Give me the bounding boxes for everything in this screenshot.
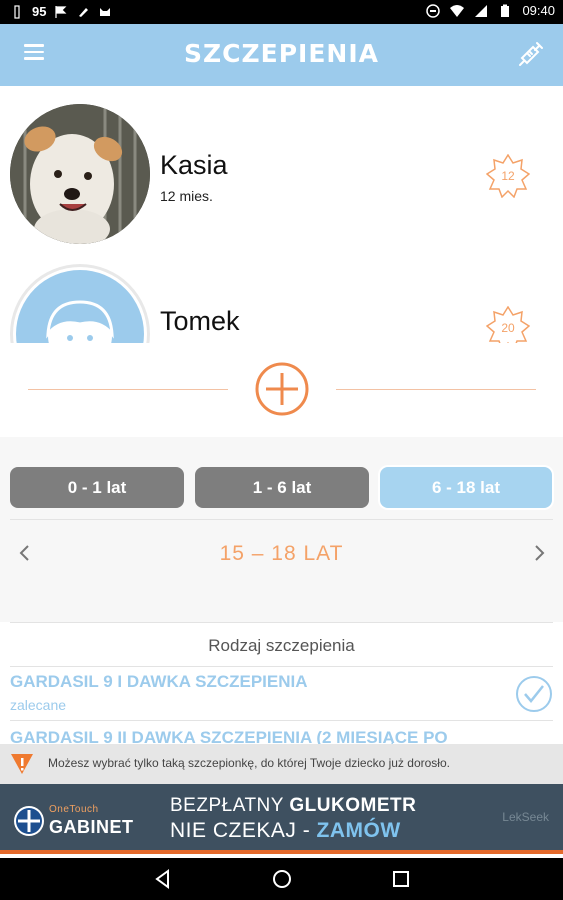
ad-headline: BEZPŁATNY GLUKOMETR [170,795,416,817]
status-bar: 95 09:40 [0,0,563,24]
age-range-selector: 15 – 18 LAT [0,519,563,622]
notice-text: Możesz wybrać tylko taką szczepionkę, do… [48,756,450,770]
battery-notification-icon [14,4,20,19]
status-right: 09:40 [426,3,555,18]
profile-name: Tomek [160,306,240,336]
ad-headline-pre: BEZPŁATNY [170,795,290,816]
tab-6-18-lat[interactable]: 6 - 18 lat [380,467,552,508]
back-icon[interactable] [152,868,174,890]
badge-count: 12 [501,169,515,183]
profile-age: 12 mies. [160,188,213,204]
ad-cta-pre: NIE CZEKAJ - [170,819,317,842]
divider [10,720,553,721]
tab-1-6-lat[interactable]: 1 - 6 lat [195,467,369,508]
vaccine-list: Rodzaj szczepienia GARDASIL 9 I DAWKA SZ… [0,622,563,744]
divider-line-right [336,389,536,390]
cat-icon [100,7,111,16]
wifi-icon [450,4,465,17]
battery-icon [501,4,510,17]
system-nav-bar [0,858,563,900]
age-range-label: 15 – 18 LAT [219,542,344,565]
ad-brand-top: OneTouch [49,804,99,815]
dog-avatar-image [10,104,150,244]
ad-headline-bold: GLUKOMETR [289,795,417,816]
ad-cta-line: NIE CZEKAJ - ZAMÓW [170,819,401,843]
divider [10,622,553,623]
tab-0-1-lat[interactable]: 0 - 1 lat [10,467,184,508]
pen-icon [79,7,89,17]
vaccine-title[interactable]: GARDASIL 9 II DAWKA SZCZEPIENIA (2 MIESI… [10,728,448,744]
notice-bar: Możesz wybrać tylko taką szczepionkę, do… [0,744,563,784]
syringe-icon[interactable] [517,40,545,68]
ad-sponsor-logo: LekSeek [502,810,549,824]
plus-circle-icon[interactable] [254,361,310,417]
chevron-right-icon[interactable] [528,542,550,564]
warning-icon [11,754,33,774]
divider-line-left [28,389,228,390]
vaccine-title[interactable]: GARDASIL 9 I DAWKA SZCZEPIENIA [10,672,308,692]
clock: 09:40 [522,3,555,18]
ad-cta-accent: ZAMÓW [316,819,401,842]
status-left: 95 [10,4,112,19]
app-bar: SZCZEPIENIA [0,24,563,86]
age-tabs: 0 - 1 lat 1 - 6 lat 6 - 18 lat [0,437,563,522]
badge-count: 20 [501,321,515,335]
check-circle-icon[interactable] [515,675,553,713]
signal-icon [475,4,488,17]
app-screen: 95 09:40 SZCZEPIENIA Kasia 12 mies. 12 T… [0,0,563,900]
ad-brand: GABINET [49,817,134,837]
vaccination-count-badge-icon[interactable]: 12 [486,154,530,198]
onetouch-logo-icon [14,806,44,836]
list-header: Rodzaj szczepienia [208,636,355,655]
vaccine-status: zalecane [10,697,67,713]
profile-item-kasia[interactable]: Kasia 12 mies. 12 [0,104,563,254]
add-profile-row [0,343,563,438]
home-icon[interactable] [271,868,293,890]
profile-name: Kasia [160,150,228,180]
battery-level-text: 95 [32,4,47,19]
avatar [10,104,150,244]
ad-banner[interactable]: OneTouch GABINET BEZPŁATNY GLUKOMETR NIE… [0,784,563,854]
divider [10,519,553,520]
flag-icon [55,5,67,18]
do-not-disturb-icon [426,3,441,18]
recents-icon[interactable] [390,868,412,890]
app-title: SZCZEPIENIA [184,39,379,68]
divider [10,666,553,667]
